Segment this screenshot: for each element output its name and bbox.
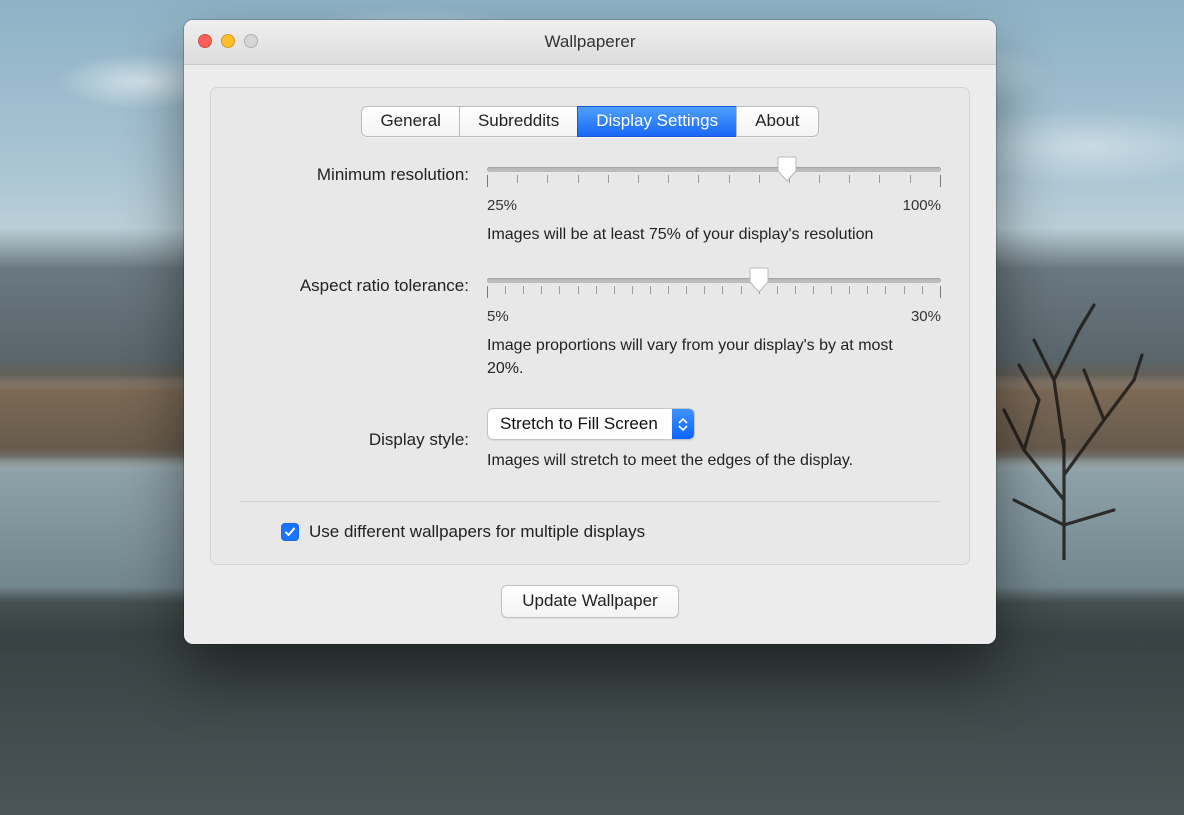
min-resolution-slider[interactable] <box>487 163 941 191</box>
settings-panel: GeneralSubredditsDisplay SettingsAbout M… <box>210 87 970 565</box>
min-resolution-label: Minimum resolution: <box>239 163 469 185</box>
window-minimize-button[interactable] <box>221 34 235 48</box>
multi-display-checkbox[interactable]: Use different wallpapers for multiple di… <box>281 522 941 542</box>
tab-display-settings[interactable]: Display Settings <box>577 106 736 137</box>
window-close-button[interactable] <box>198 34 212 48</box>
min-resolution-min-label: 25% <box>487 197 517 214</box>
window-zoom-button[interactable] <box>244 34 258 48</box>
aspect-ratio-max-label: 30% <box>911 308 941 325</box>
aspect-ratio-helper: Image proportions will vary from your di… <box>487 335 907 380</box>
tab-general[interactable]: General <box>361 106 458 137</box>
display-style-popup[interactable]: Stretch to Fill Screen <box>487 408 695 440</box>
popup-arrows-icon <box>672 409 694 439</box>
display-style-value: Stretch to Fill Screen <box>488 414 672 434</box>
window-title: Wallpaperer <box>184 32 996 52</box>
display-style-label: Display style: <box>239 430 469 450</box>
titlebar[interactable]: Wallpaperer <box>184 20 996 65</box>
display-style-row: Display style: Stretch to Fill Screen Im… <box>239 408 941 472</box>
min-resolution-row: Minimum resolution: 25% 100% Images will… <box>239 163 941 246</box>
aspect-ratio-slider[interactable] <box>487 274 941 302</box>
preferences-window: Wallpaperer GeneralSubredditsDisplay Set… <box>184 20 996 644</box>
multi-display-label: Use different wallpapers for multiple di… <box>309 522 645 542</box>
tab-subreddits[interactable]: Subreddits <box>459 106 577 137</box>
aspect-ratio-min-label: 5% <box>487 308 509 325</box>
display-style-helper: Images will stretch to meet the edges of… <box>487 450 907 472</box>
tab-about[interactable]: About <box>736 106 818 137</box>
checkbox-checked-icon <box>281 523 299 541</box>
tab-bar: GeneralSubredditsDisplay SettingsAbout <box>361 106 818 137</box>
min-resolution-max-label: 100% <box>903 197 941 214</box>
min-resolution-helper: Images will be at least 75% of your disp… <box>487 224 907 246</box>
update-wallpaper-button[interactable]: Update Wallpaper <box>501 585 678 618</box>
aspect-ratio-label: Aspect ratio tolerance: <box>239 274 469 296</box>
divider <box>239 501 941 502</box>
aspect-ratio-row: Aspect ratio tolerance: 5% 30% Image pro… <box>239 274 941 380</box>
